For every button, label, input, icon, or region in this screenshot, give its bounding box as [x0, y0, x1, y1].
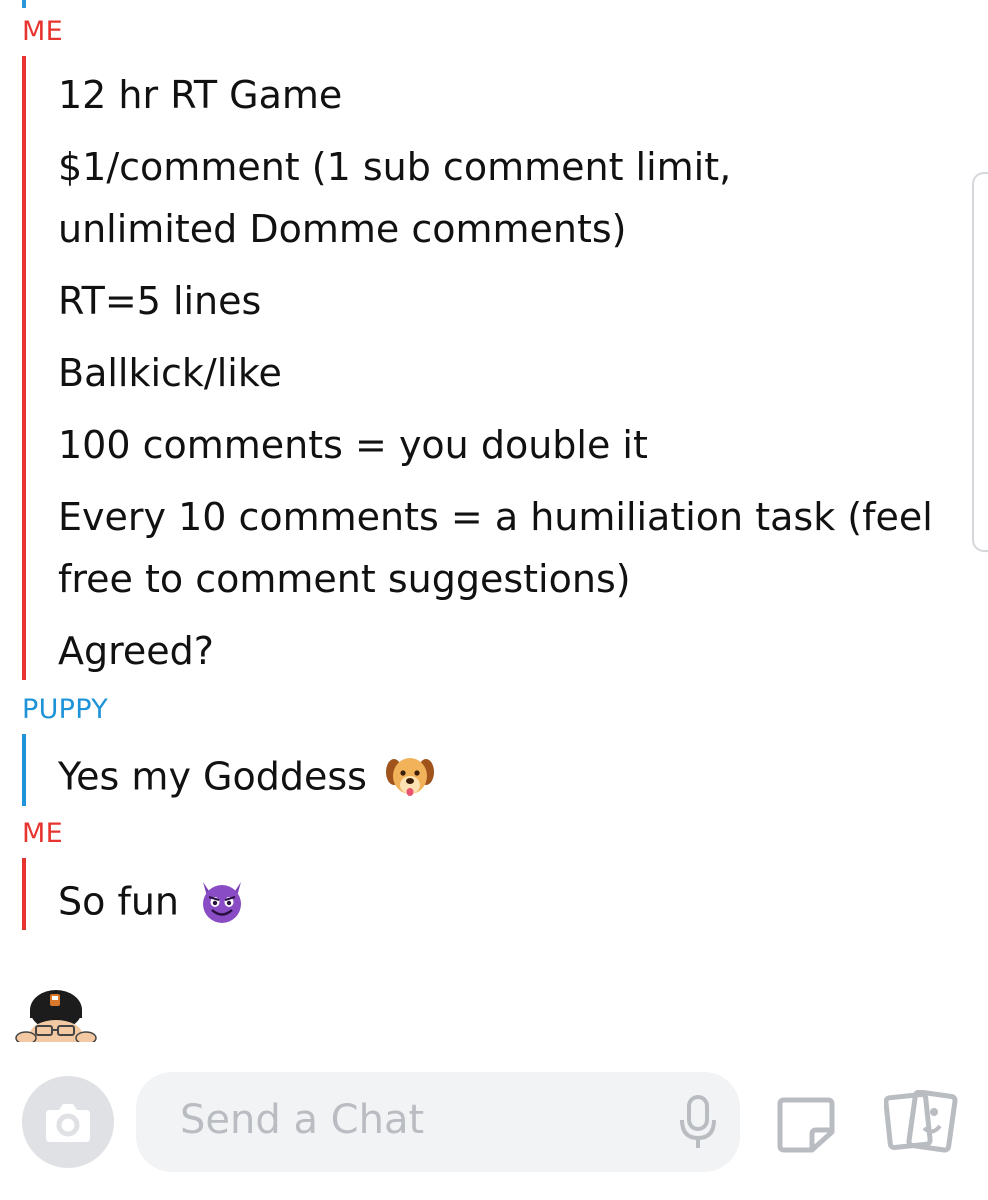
- scroll-handle[interactable]: [972, 172, 988, 552]
- camera-icon: [44, 1100, 92, 1148]
- message-group-me[interactable]: 12 hr RT Game $1/comment (1 sub comment …: [22, 56, 972, 680]
- previous-message-bar: [22, 0, 26, 8]
- message-text: So fun: [58, 879, 179, 924]
- chat-input[interactable]: Send a Chat: [136, 1072, 740, 1172]
- chat-input-placeholder: Send a Chat: [180, 1097, 425, 1143]
- message-line: So fun: [58, 876, 247, 932]
- sender-label-friend: PUPPY: [22, 694, 109, 725]
- message-line: Every 10 comments = a humiliation task (…: [58, 495, 933, 539]
- message-group-me[interactable]: So fun: [22, 858, 972, 930]
- message-line: Agreed?: [58, 629, 214, 673]
- smiling-devil-emoji: [197, 876, 247, 932]
- bitmoji-avatar: [12, 984, 104, 1042]
- message-line: RT=5 lines: [58, 279, 262, 323]
- message-line: free to comment suggestions): [58, 557, 631, 601]
- camera-button[interactable]: [22, 1076, 114, 1168]
- sticker-icon[interactable]: [776, 1094, 836, 1158]
- message-line: 12 hr RT Game: [58, 73, 343, 117]
- message-line: Yes my Goddess: [58, 752, 435, 806]
- message-group-friend[interactable]: Yes my Goddess: [22, 734, 972, 806]
- message-bar: [22, 858, 26, 930]
- message-bar: [22, 734, 26, 806]
- microphone-icon[interactable]: [678, 1094, 718, 1154]
- chat-screen: ME 12 hr RT Game $1/comment (1 sub comme…: [0, 0, 988, 1200]
- message-line: 100 comments = you double it: [58, 423, 648, 467]
- dog-face-emoji: [385, 752, 435, 806]
- sender-label-me: ME: [22, 16, 63, 47]
- memories-icon[interactable]: [883, 1089, 960, 1158]
- sender-label-me: ME: [22, 818, 63, 849]
- message-line: $1/comment (1 sub comment limit,: [58, 145, 732, 189]
- message-line: Ballkick/like: [58, 351, 282, 395]
- message-bar: [22, 56, 26, 680]
- message-line: unlimited Domme comments): [58, 207, 627, 251]
- message-text: Yes my Goddess: [58, 754, 367, 799]
